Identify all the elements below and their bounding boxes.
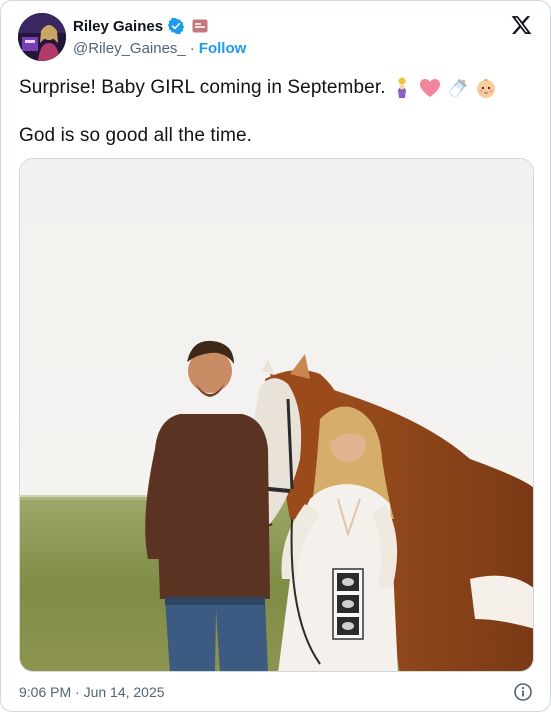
x-logo-icon[interactable] <box>510 14 533 36</box>
baby-bottle-emoji <box>449 79 467 98</box>
post-text: Surprise! Baby GIRL coming in September. <box>19 77 386 98</box>
avatar[interactable] <box>18 13 66 61</box>
author-handle[interactable]: @Riley_Gaines_ <box>73 40 186 57</box>
info-icon[interactable] <box>513 682 533 702</box>
post-timestamp[interactable]: 9:06 PM · Jun 14, 2025 <box>19 684 165 700</box>
post-card: Riley Gaines @Riley_Gaines_ · Follow Sur… <box>0 0 551 712</box>
verified-badge-icon <box>167 17 185 35</box>
post-text-line2: God is so good all the time. <box>19 125 253 146</box>
author-name[interactable]: Riley Gaines <box>73 18 163 35</box>
separator-dot: · <box>189 40 195 57</box>
follow-button[interactable]: Follow <box>199 40 247 57</box>
baby-bottle-girl-emoji <box>397 77 406 98</box>
pink-heart-emoji <box>419 79 440 97</box>
baby-face-emoji <box>476 79 495 98</box>
post-text-line1: Surprise! Baby GIRL coming in September. <box>19 76 498 100</box>
post-photo[interactable] <box>19 158 534 672</box>
affiliate-badge-icon[interactable] <box>192 19 208 33</box>
